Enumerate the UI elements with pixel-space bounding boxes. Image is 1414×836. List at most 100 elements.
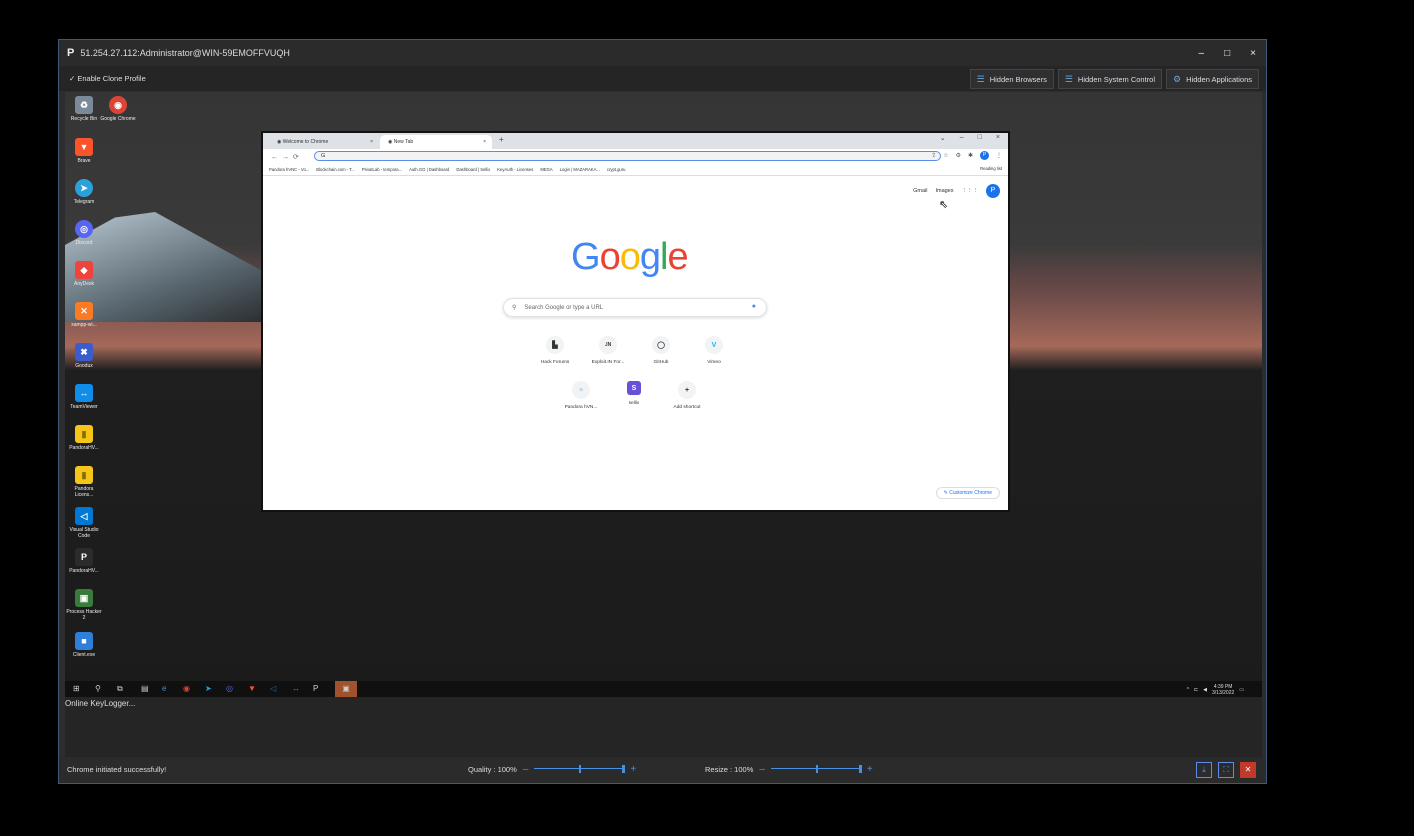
share-icon[interactable]: ⇪	[931, 152, 936, 159]
chrome-minimize-button[interactable]: –	[960, 134, 964, 142]
task-view-icon[interactable]: ⧉	[117, 684, 123, 694]
close-button[interactable]: ×	[1250, 48, 1256, 59]
fullscreen-icon[interactable]: ⛶	[1218, 762, 1234, 778]
quality-increase-button[interactable]: +	[630, 764, 636, 775]
github-icon: ◯	[652, 336, 670, 354]
resize-slider-thumb[interactable]	[858, 765, 862, 773]
desktop-icon-goodux[interactable]: ✖ Goodux	[65, 343, 103, 369]
desktop-icon-recycle-bin[interactable]: ♻ Recycle Bin	[65, 96, 103, 122]
bookmark-star-icon[interactable]: ☆	[943, 152, 948, 159]
shortcut-sellix[interactable]: Ssellix	[609, 381, 659, 406]
apps-grid-icon[interactable]: ⋮⋮⋮	[962, 188, 979, 194]
shortcut-hack-forums[interactable]: ▙ Hack Forums	[530, 336, 580, 365]
search-placeholder: Search Google or type a URL	[524, 304, 604, 311]
quality-decrease-button[interactable]: –	[523, 764, 529, 775]
desktop-icon-telegram[interactable]: ➤ Telegram	[65, 179, 103, 205]
shortcut-vimeo[interactable]: V Vimeo	[689, 336, 739, 365]
windows-start-icon[interactable]: ⊞	[73, 684, 80, 693]
search-icon[interactable]: ⚲	[95, 684, 101, 693]
maximize-button[interactable]: □	[1224, 48, 1230, 59]
desktop-icon-pandora-folder[interactable]: ▮ PandoraHV...	[65, 425, 103, 451]
profile-avatar[interactable]: P	[980, 151, 989, 160]
hidden-system-control-button[interactable]: ☰ Hidden System Control	[1057, 69, 1163, 89]
tray-chevron-icon[interactable]: ^	[1187, 687, 1189, 693]
chrome-maximize-button[interactable]: □	[978, 134, 982, 142]
shortcut-pandora[interactable]: ≡ Pandora hVN...	[556, 381, 606, 410]
resize-increase-button[interactable]: +	[867, 764, 873, 775]
address-bar[interactable]: G	[314, 151, 941, 161]
desktop-icon-client[interactable]: ■ Client.exe	[65, 632, 103, 658]
bookmark-item[interactable]: Auth.GG | Dashboard	[409, 167, 449, 172]
desktop-icon-pandora-hvnc[interactable]: P PandoraHV...	[65, 548, 103, 574]
new-tab-button[interactable]: +	[499, 135, 504, 144]
shortcut-add[interactable]: + Add shortcut	[662, 381, 712, 410]
chrome-tab-search-icon[interactable]: ⌄	[940, 134, 946, 142]
gmail-link[interactable]: Gmail	[913, 188, 927, 194]
close-session-icon[interactable]: ✕	[1240, 762, 1256, 778]
telegram-icon[interactable]: ➤	[205, 684, 212, 693]
microphone-icon[interactable]: ●	[752, 303, 756, 310]
brave-icon[interactable]: ▼	[248, 684, 256, 693]
tab-welcome[interactable]: ◉ Welcome to Chrome ×	[269, 135, 379, 149]
resize-slider[interactable]	[770, 763, 862, 775]
bookmark-item[interactable]: MEGA	[540, 167, 552, 172]
puzzle-icon[interactable]: ✱	[968, 152, 973, 159]
desktop-icon-chrome[interactable]: ◉ Google Chrome	[99, 96, 137, 122]
active-app-icon[interactable]: ▣	[335, 681, 357, 697]
download-icon[interactable]: ⤓	[1196, 762, 1212, 778]
tab-new-tab[interactable]: ◉ New Tab ×	[380, 135, 492, 149]
desktop-icon-vscode[interactable]: ◁ Visual Studio Code	[65, 507, 103, 539]
teamviewer-icon[interactable]: ↔	[292, 684, 300, 693]
resize-decrease-button[interactable]: –	[759, 764, 765, 775]
volume-icon[interactable]: ◀	[1203, 687, 1207, 693]
nav-buttons[interactable]: ←→⟳	[271, 153, 303, 161]
shortcut-exploit-in[interactable]: .IN Exploit.IN For...	[583, 336, 633, 365]
bookmark-item[interactable]: crypt.guru	[607, 167, 626, 172]
images-link[interactable]: Images	[935, 188, 953, 194]
bookmark-item[interactable]: Dashboard | Sellix	[456, 167, 490, 172]
desktop-icon-anydesk[interactable]: ◆ AnyDesk	[65, 261, 103, 287]
google-search-box[interactable]: ⚲ Search Google or type a URL ●	[503, 298, 767, 317]
quality-slider-thumb[interactable]	[622, 765, 626, 773]
tab-close-icon[interactable]: ×	[483, 139, 486, 145]
customize-chrome-button[interactable]: ✎ Customize Chrome	[935, 487, 1000, 499]
network-icon[interactable]: ⊏	[1194, 687, 1198, 693]
minimize-button[interactable]: –	[1199, 48, 1205, 59]
bookmark-item[interactable]: Login | MAZARAKA...	[560, 167, 600, 172]
vscode-icon[interactable]: ◁	[270, 684, 276, 693]
shortcut-label: sellix	[628, 401, 640, 406]
hidden-applications-button[interactable]: ⚙ Hidden Applications	[1166, 69, 1259, 89]
desktop-icon-process-hacker[interactable]: ▣ Process Hacker 2	[65, 589, 103, 621]
kebab-menu-icon[interactable]: ⋮	[996, 152, 1002, 159]
reading-list-button[interactable]: Reading list	[980, 166, 1002, 171]
tab-close-icon[interactable]: ×	[370, 139, 373, 145]
extension-icon[interactable]: ⚙	[956, 152, 961, 159]
notification-icon[interactable]: ▭	[1239, 687, 1244, 693]
remote-screen[interactable]: ♻ Recycle Bin ◉ Google Chrome ▼ Brave ➤ Tele…	[65, 92, 1262, 697]
desktop-icon-brave[interactable]: ▼ Brave	[65, 138, 103, 164]
edge-icon[interactable]: e	[162, 684, 166, 693]
enable-clone-profile-checkbox[interactable]: ✓ Enable Clone Profile	[69, 74, 146, 83]
hidden-applications-label: Hidden Applications	[1186, 74, 1252, 84]
chrome-close-button[interactable]: ×	[996, 134, 1000, 142]
bookmark-item[interactable]: Pandora hVNC - Vo...	[269, 167, 309, 172]
shortcut-label: Pandora hVN...	[564, 405, 598, 410]
quality-slider[interactable]	[534, 763, 626, 775]
bookmark-item[interactable]: Blockchain.com - T...	[316, 167, 355, 172]
hidden-browsers-button[interactable]: ☰ Hidden Browsers	[969, 69, 1054, 89]
account-avatar[interactable]: P	[986, 184, 1000, 198]
pandora-icon[interactable]: P	[313, 684, 318, 693]
desktop-icon-xampp[interactable]: ✕ xampp-wi...	[65, 302, 103, 328]
desktop-icon-teamviewer[interactable]: ↔ TeamViewer	[65, 384, 103, 410]
ntp-top-links: Gmail Images ⋮⋮⋮ P	[913, 184, 1000, 198]
logo-letter: o	[599, 236, 621, 278]
desktop-icon-pandora-license[interactable]: ▮ Pandora Licens...	[65, 466, 103, 498]
bookmark-item[interactable]: KeyAuth - Licenses	[497, 167, 533, 172]
file-explorer-icon[interactable]: ▤	[141, 684, 149, 693]
desktop-icon-discord[interactable]: ◎ Discord	[65, 220, 103, 246]
discord-icon[interactable]: ◎	[226, 684, 233, 693]
chrome-icon[interactable]: ◉	[183, 684, 190, 693]
shortcut-github[interactable]: ◯ GitHub	[636, 336, 686, 365]
bookmark-item[interactable]: PrivatLab - tempora...	[362, 167, 402, 172]
clock[interactable]: 4:39 PM 3/13/2022	[1212, 684, 1234, 696]
